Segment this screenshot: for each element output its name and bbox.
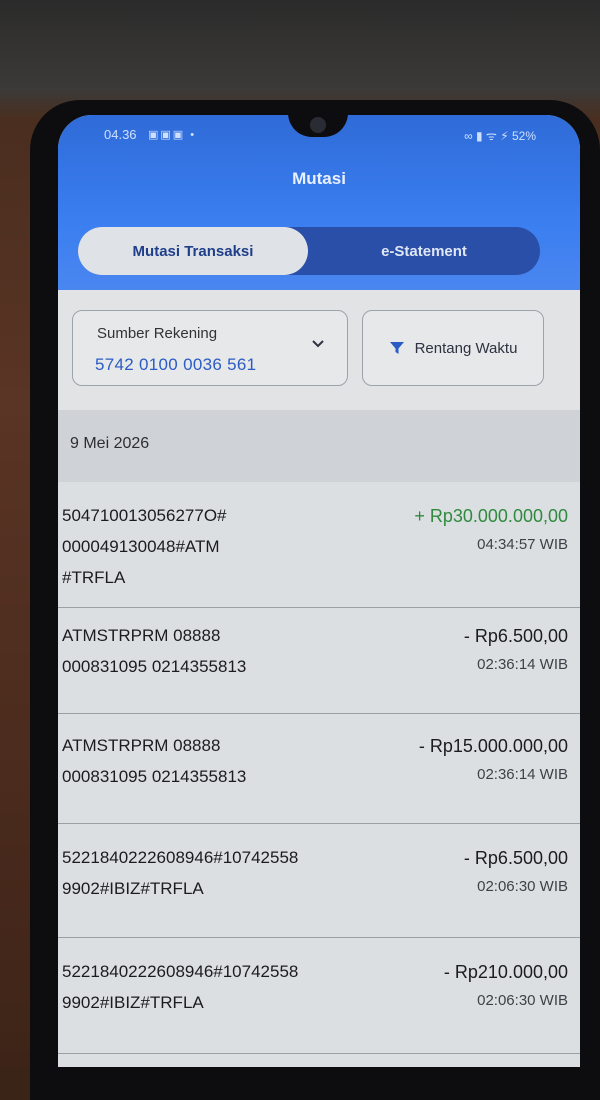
transaction-description: 504710013056277O# 000049130048#ATM #TRFL…: [62, 506, 227, 587]
transaction-amount: - Rp6.500,00: [463, 848, 568, 868]
transaction-time: 02:36:14 WIB: [477, 656, 568, 673]
front-camera-icon: [310, 117, 326, 133]
status-time: 04.36: [104, 127, 137, 142]
transaction-amount: - Rp210.000,00: [443, 962, 568, 982]
transaction-description: ATMSTRPRM 08888 000831095 0214355813: [62, 626, 247, 676]
transaction-amount: - Rp6.500,00: [463, 626, 568, 646]
transaction-amount: + Rp30.000.000,00: [414, 506, 568, 526]
battery-signal-icons: ∞ ▮ ᯤ ⚡ 52%: [464, 129, 536, 143]
time-range-label: Rentang Waktu: [414, 339, 518, 357]
page-title: Mutasi: [292, 169, 346, 188]
transaction-time: 04:34:57 WIB: [477, 536, 568, 553]
transaction-row[interactable]: 5221840222608946#10742558 9902#IBIZ#TRFL…: [58, 824, 580, 938]
filter-area: Sumber Rekening 5742 0100 0036 561 Renta…: [58, 290, 580, 410]
transaction-row[interactable]: 5221840222608946#10742558 9902#IBIZ#TRFL…: [58, 938, 580, 1054]
transaction-description: 5221840222608946#10742558 9902#IBIZ#TRFL…: [62, 962, 299, 1012]
transaction-row[interactable]: ATMSTRPRM 08888 000831095 0214355813 - R…: [58, 608, 580, 714]
source-account-label: Sumber Rekening: [97, 325, 218, 342]
transaction-list: 504710013056277O# 000049130048#ATM #TRFL…: [58, 482, 580, 1067]
transaction-time: 02:06:30 WIB: [477, 992, 568, 1009]
transaction-time: 02:06:30 WIB: [477, 878, 568, 895]
phone-screen: 04.36 ▣▣▣ • ∞ ▮ ᯤ ⚡ 52% Mutasi Mutasi Tr…: [58, 115, 580, 1067]
app-header: 04.36 ▣▣▣ • ∞ ▮ ᯤ ⚡ 52% Mutasi Mutasi Tr…: [58, 115, 580, 290]
transaction-amount: - Rp15.000.000,00: [418, 736, 568, 756]
date-header-text: 9 Mei 2026: [70, 435, 150, 452]
transaction-row[interactable]: ATMSTRPRM 08888 000831095 0214355813 - R…: [58, 714, 580, 824]
transaction-description: ATMSTRPRM 08888 000831095 0214355813: [62, 736, 247, 786]
notification-icons: ▣▣▣ •: [148, 129, 197, 141]
transaction-time: 02:36:14 WIB: [477, 766, 568, 783]
tab-bar: Mutasi Transaksi e-Statement: [78, 227, 540, 275]
filter-icon: [389, 342, 404, 354]
chevron-down-icon: [312, 340, 324, 348]
transaction-description: 5221840222608946#10742558 9902#IBIZ#TRFL…: [62, 848, 299, 898]
transaction-row[interactable]: 504710013056277O# 000049130048#ATM #TRFL…: [58, 482, 580, 608]
tab-e-statement[interactable]: e-Statement: [308, 227, 540, 275]
tab-mutasi-transaksi[interactable]: Mutasi Transaksi: [78, 227, 308, 275]
source-account-number: 5742 0100 0036 561: [95, 355, 257, 374]
date-header: 9 Mei 2026: [58, 410, 580, 482]
source-account-dropdown[interactable]: Sumber Rekening 5742 0100 0036 561: [72, 310, 348, 386]
time-range-button[interactable]: Rentang Waktu: [362, 310, 544, 386]
